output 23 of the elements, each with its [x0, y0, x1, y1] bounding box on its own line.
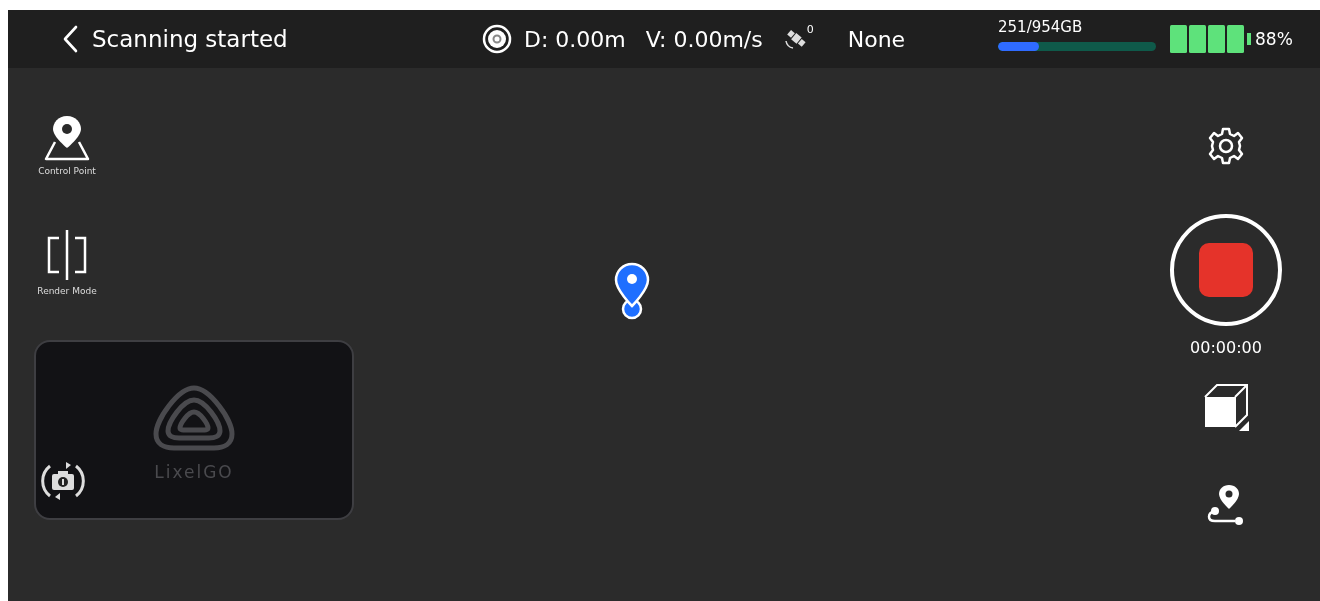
fix-status: None — [847, 26, 906, 52]
disc-icon — [482, 24, 512, 54]
satellite-count: 0 — [806, 23, 814, 36]
battery-percent: 88% — [1255, 29, 1293, 49]
tool-label: Control Point — [38, 166, 96, 176]
tool-button[interactable]: Render Mode — [22, 228, 112, 296]
battery-icon — [1170, 24, 1252, 54]
logo-text: LixelGO — [154, 462, 234, 482]
logo-icon — [152, 384, 236, 452]
storage-text: 251/954GB — [998, 17, 1084, 36]
settings-icon[interactable] — [1206, 126, 1246, 166]
record-button[interactable] — [1170, 214, 1282, 326]
split-frame-icon — [45, 228, 89, 282]
tool-label: Render Mode — [37, 286, 97, 296]
location-pin-icon — [614, 262, 650, 320]
distance-reading: D: 0.00m — [524, 26, 626, 52]
satellite-icon — [782, 27, 807, 51]
velocity-reading: V: 0.00m/s — [645, 26, 763, 52]
record-timer: 00:00:00 — [1190, 338, 1262, 357]
tool-button[interactable]: Control Point — [22, 114, 112, 176]
screen-title: Scanning started — [92, 26, 288, 52]
back-icon[interactable] — [62, 25, 78, 53]
location-pin-icon — [43, 114, 91, 162]
